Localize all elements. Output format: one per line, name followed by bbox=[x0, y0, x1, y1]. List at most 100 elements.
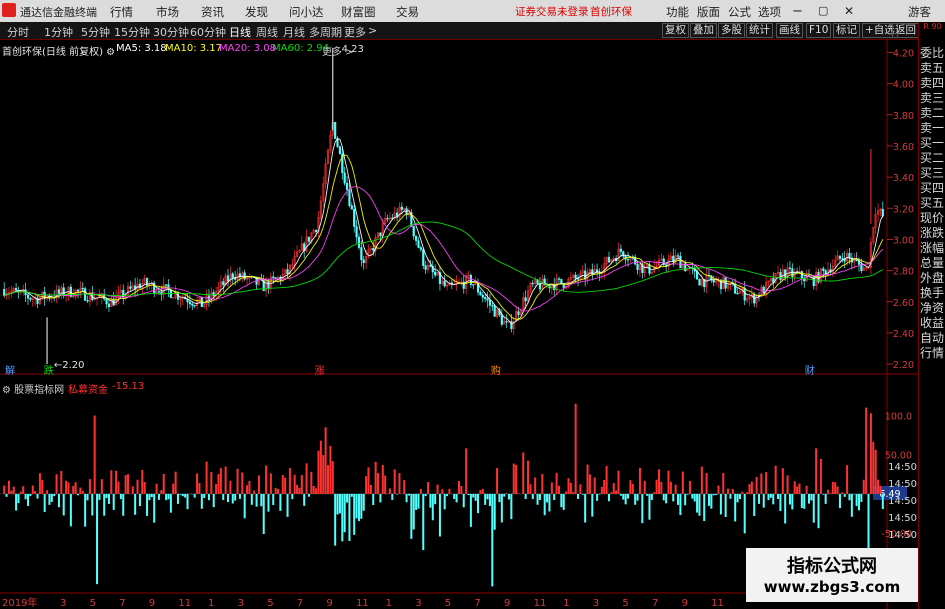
side-panel-item[interactable]: 买二 bbox=[920, 149, 945, 165]
chart-area[interactable]: 4.20 4.00 3.80 3.60 3.40 3.20 3.00 2.80 2.60 2.40… bbox=[0, 40, 918, 609]
period-30min[interactable]: 30分钟 bbox=[153, 24, 189, 40]
menu-item-quotes[interactable]: 行情 bbox=[110, 4, 133, 20]
period-15min[interactable]: 15分钟 bbox=[114, 24, 150, 40]
side-panel-item[interactable]: 买四 bbox=[920, 179, 945, 195]
login-warning[interactable]: 证券交易未登录 bbox=[515, 4, 589, 19]
period-multi[interactable]: 多周期 bbox=[309, 24, 342, 40]
side-panel-item[interactable]: 买五 bbox=[920, 194, 945, 210]
candle-body bbox=[848, 253, 851, 259]
menu-item-market[interactable]: 市场 bbox=[156, 4, 179, 20]
side-panel-item[interactable]: 卖四 bbox=[920, 74, 945, 90]
side-panel-item[interactable]: 外盘 bbox=[920, 269, 945, 285]
restore-rights-button[interactable]: 复权 bbox=[662, 23, 689, 38]
chevron-right-icon[interactable]: > bbox=[368, 24, 377, 37]
side-panel-item[interactable]: 卖五 bbox=[920, 59, 945, 75]
side-panel-item[interactable]: 买一 bbox=[920, 134, 945, 150]
multi-stock-button[interactable]: 多股 bbox=[718, 23, 745, 38]
mark-button[interactable]: 标记 bbox=[833, 23, 860, 38]
price-tick-label: 4.20 bbox=[893, 48, 914, 59]
statistics-button[interactable]: 统计 bbox=[746, 23, 773, 38]
month-label: 11 bbox=[534, 598, 547, 609]
legend-more[interactable]: 更多 > bbox=[322, 43, 354, 58]
candle-body bbox=[493, 305, 496, 317]
candle-body bbox=[574, 274, 577, 279]
price-tick-label: 4.00 bbox=[893, 80, 914, 91]
candle-body bbox=[334, 122, 337, 139]
month-label: 9 bbox=[504, 598, 510, 609]
side-panel-item[interactable]: 委比 bbox=[920, 44, 945, 60]
period-daily[interactable]: 日线 bbox=[229, 24, 251, 40]
f10-button[interactable]: F10 bbox=[806, 23, 832, 38]
menu-item-news[interactable]: 资讯 bbox=[201, 4, 224, 20]
side-panel-item[interactable]: 收益 bbox=[920, 314, 945, 330]
month-label: 1 bbox=[208, 598, 214, 609]
indicator-name: 私募资金 bbox=[68, 385, 108, 396]
candle-body bbox=[81, 287, 84, 290]
side-panel-item[interactable]: 买三 bbox=[920, 164, 945, 180]
back-button[interactable]: 返回 bbox=[892, 23, 919, 38]
price-tick-label: 2.80 bbox=[893, 267, 914, 278]
settings-gear-icon[interactable]: ⚙ bbox=[106, 47, 115, 58]
side-panel-item[interactable]: 净资 bbox=[920, 299, 945, 315]
month-label: 3 bbox=[415, 598, 421, 609]
menu-item-formula[interactable]: 公式 bbox=[728, 4, 751, 20]
side-panel-item[interactable]: 行情 bbox=[920, 344, 945, 360]
indicator-settings-icon[interactable]: ⚙ bbox=[2, 385, 11, 396]
app-logo-icon bbox=[2, 3, 16, 17]
month-label: 5 bbox=[267, 598, 273, 609]
period-monthly[interactable]: 月线 bbox=[283, 24, 305, 40]
candle-body bbox=[157, 291, 161, 293]
period-60min[interactable]: 60分钟 bbox=[190, 24, 226, 40]
indicator-axis-label: 100.0 bbox=[885, 412, 912, 423]
candle-body bbox=[315, 229, 318, 232]
menu-item-trade[interactable]: 交易 bbox=[396, 4, 419, 20]
candle-body bbox=[422, 249, 425, 266]
watermark: 指标公式网 www.zbgs3.com bbox=[746, 548, 918, 602]
menu-item-wealth[interactable]: 财富圈 bbox=[341, 4, 376, 20]
candle-body bbox=[207, 295, 211, 300]
side-panel-item[interactable]: 涨跌 bbox=[920, 224, 945, 240]
candle-body bbox=[357, 236, 361, 248]
candle-body bbox=[105, 298, 108, 305]
guest-label[interactable]: 游客 bbox=[908, 4, 931, 20]
candle-body bbox=[500, 314, 503, 325]
candle-body bbox=[479, 291, 482, 296]
stock-title: 首创环保(日线 前复权) bbox=[2, 47, 103, 58]
menu-item-layout[interactable]: 版面 bbox=[697, 4, 720, 20]
side-panel-item[interactable]: 总量 bbox=[920, 254, 945, 270]
side-panel-item[interactable]: 涨幅 bbox=[920, 239, 945, 255]
candle-body bbox=[372, 248, 375, 251]
side-panel-item[interactable]: 换手 bbox=[920, 284, 945, 300]
chart-svg[interactable]: 4.20 4.00 3.80 3.60 3.40 3.20 3.00 2.80 2.60 2.40… bbox=[0, 40, 918, 609]
menu-item-function[interactable]: 功能 bbox=[666, 4, 689, 20]
side-panel-item[interactable]: 自动 bbox=[920, 329, 945, 345]
draw-line-button[interactable]: 画线 bbox=[776, 23, 803, 38]
period-1min[interactable]: 1分钟 bbox=[44, 24, 73, 40]
restore-icon[interactable]: ▢ bbox=[818, 4, 828, 17]
current-stock-name: 首创环保 bbox=[590, 6, 632, 18]
indicator-time-label: 14:50 bbox=[888, 496, 917, 507]
period-weekly[interactable]: 周线 bbox=[256, 24, 278, 40]
side-panel-item[interactable]: 现价 bbox=[920, 209, 945, 225]
menu-item-discover[interactable]: 发现 bbox=[245, 4, 268, 20]
overlay-button[interactable]: 叠加 bbox=[690, 23, 717, 38]
candle-body bbox=[165, 284, 168, 286]
price-tick-label: 2.60 bbox=[893, 298, 914, 309]
candle-body bbox=[226, 275, 230, 282]
period-more[interactable]: 更多 bbox=[344, 24, 366, 40]
menu-item-ask[interactable]: 问小达 bbox=[289, 4, 324, 20]
minimize-icon[interactable]: − bbox=[792, 4, 803, 19]
candle-body bbox=[443, 280, 446, 287]
side-panel-item[interactable]: 卖一 bbox=[920, 119, 945, 135]
low-price-label: ←2.20 bbox=[54, 360, 85, 371]
candle-body bbox=[212, 292, 215, 296]
month-label: 7 bbox=[297, 598, 303, 609]
side-panel-item[interactable]: 卖三 bbox=[920, 89, 945, 105]
period-5min[interactable]: 5分钟 bbox=[81, 24, 110, 40]
legend-ma10: MA10: 3.17 bbox=[165, 43, 223, 54]
menu-item-options[interactable]: 选项 bbox=[758, 4, 781, 20]
period-intraday[interactable]: 分时 bbox=[7, 24, 29, 40]
close-icon[interactable]: ✕ bbox=[844, 4, 854, 18]
side-panel-item[interactable]: 卖二 bbox=[920, 104, 945, 120]
indicator-source-legend: ⚙ 股票指标网 bbox=[2, 381, 64, 396]
